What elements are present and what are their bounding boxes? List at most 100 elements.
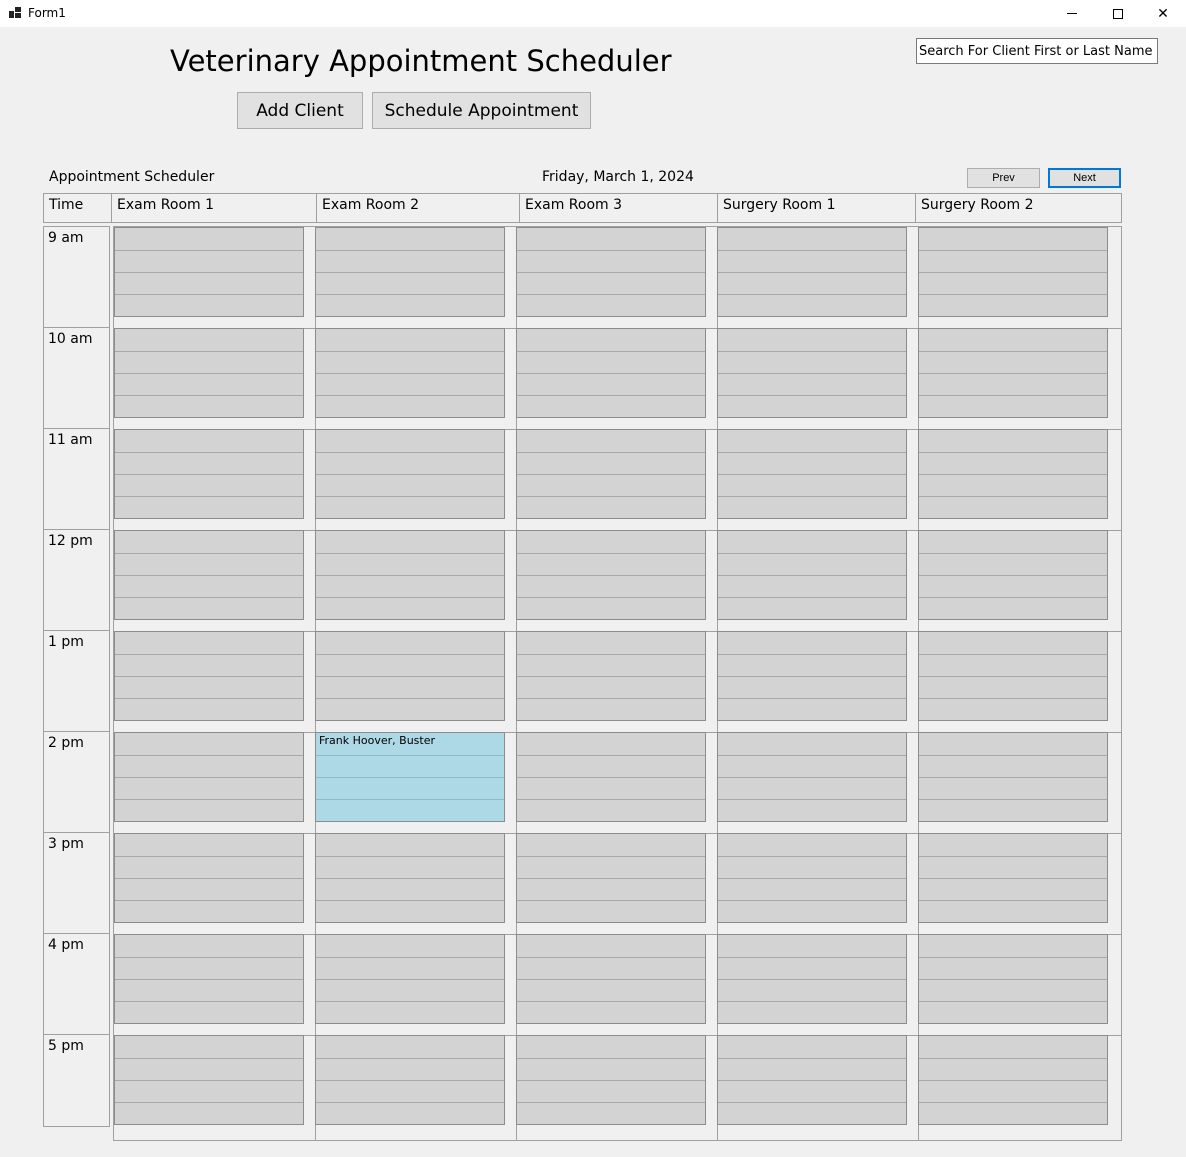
quarter-hour-divider	[919, 676, 1107, 677]
quarter-hour-divider	[115, 777, 303, 778]
room-header: Surgery Room 2	[921, 197, 1034, 213]
appointment-slot[interactable]	[114, 530, 304, 620]
quarter-hour-divider	[718, 553, 906, 554]
quarter-hour-divider	[517, 900, 705, 901]
appointment-slot[interactable]	[516, 227, 706, 317]
maximize-button[interactable]	[1095, 0, 1141, 27]
appointment-slot[interactable]	[114, 833, 304, 923]
appointment-slot[interactable]	[315, 631, 505, 721]
appointment-slot[interactable]	[717, 934, 907, 1024]
appointment-slot[interactable]	[918, 328, 1108, 418]
appointment-slot[interactable]	[717, 1035, 907, 1125]
appointment-slot[interactable]	[315, 227, 505, 317]
quarter-hour-divider	[517, 373, 705, 374]
appointment-slot[interactable]	[516, 429, 706, 519]
appointment-slot[interactable]	[114, 732, 304, 822]
appointment-slot[interactable]	[918, 227, 1108, 317]
quarter-hour-divider	[919, 575, 1107, 576]
next-day-button[interactable]: Next	[1048, 168, 1121, 188]
quarter-hour-divider	[718, 373, 906, 374]
appointment-slot[interactable]	[516, 328, 706, 418]
appointment-slot[interactable]	[516, 934, 706, 1024]
appointment-slot[interactable]	[918, 631, 1108, 721]
quarter-hour-divider	[718, 1080, 906, 1081]
quarter-hour-divider	[919, 755, 1107, 756]
appointment-slot[interactable]	[516, 530, 706, 620]
quarter-hour-divider	[316, 597, 504, 598]
quarter-hour-divider	[316, 1102, 504, 1103]
quarter-hour-divider	[316, 395, 504, 396]
appointment-slot[interactable]	[717, 328, 907, 418]
quarter-hour-divider	[718, 351, 906, 352]
add-client-button[interactable]: Add Client	[237, 92, 363, 129]
quarter-hour-divider	[517, 351, 705, 352]
time-slot-label: 2 pm	[44, 732, 109, 833]
appointment-slot[interactable]	[918, 1035, 1108, 1125]
appointment-slot[interactable]	[918, 732, 1108, 822]
quarter-hour-divider	[316, 1080, 504, 1081]
appointment-slot[interactable]	[717, 530, 907, 620]
appointment-slot[interactable]	[516, 1035, 706, 1125]
app-icon	[9, 7, 21, 18]
close-button[interactable]: ✕	[1140, 0, 1186, 27]
quarter-hour-divider	[316, 1001, 504, 1002]
quarter-hour-divider	[316, 452, 504, 453]
quarter-hour-divider	[718, 900, 906, 901]
appointment-slot[interactable]	[315, 934, 505, 1024]
appointment-slot[interactable]	[315, 530, 505, 620]
appointment-slot[interactable]	[114, 227, 304, 317]
appointment-slot[interactable]	[315, 328, 505, 418]
appointment-slot[interactable]	[315, 833, 505, 923]
quarter-hour-divider	[115, 676, 303, 677]
appointment-slot[interactable]	[114, 1035, 304, 1125]
quarter-hour-divider	[316, 250, 504, 251]
schedule-appointment-button[interactable]: Schedule Appointment	[372, 92, 591, 129]
quarter-hour-divider	[115, 1001, 303, 1002]
quarter-hour-divider	[517, 553, 705, 554]
quarter-hour-divider	[115, 799, 303, 800]
appointment-slot[interactable]	[717, 227, 907, 317]
time-slot-label: 9 am	[44, 227, 109, 328]
minimize-icon	[1067, 13, 1077, 14]
appointment-slot[interactable]	[315, 429, 505, 519]
quarter-hour-divider	[517, 957, 705, 958]
appointment-slot[interactable]	[516, 833, 706, 923]
quarter-hour-divider	[517, 597, 705, 598]
quarter-hour-divider	[718, 878, 906, 879]
quarter-hour-divider	[517, 654, 705, 655]
quarter-hour-divider	[517, 799, 705, 800]
appointment-slot[interactable]	[717, 631, 907, 721]
appointment-slot[interactable]	[717, 732, 907, 822]
quarter-hour-divider	[517, 1058, 705, 1059]
minimize-button[interactable]	[1049, 0, 1095, 27]
quarter-hour-divider	[517, 452, 705, 453]
quarter-hour-divider	[517, 575, 705, 576]
client-search-input[interactable]	[916, 38, 1158, 64]
appointment-slot[interactable]	[516, 732, 706, 822]
appointment-slot[interactable]	[114, 631, 304, 721]
appointment-slot[interactable]	[717, 833, 907, 923]
quarter-hour-divider	[718, 799, 906, 800]
appointment-slot[interactable]	[918, 530, 1108, 620]
quarter-hour-divider	[316, 878, 504, 879]
appointment-slot[interactable]	[918, 934, 1108, 1024]
quarter-hour-divider	[517, 496, 705, 497]
quarter-hour-divider	[316, 1058, 504, 1059]
appointment-slot[interactable]	[516, 631, 706, 721]
booked-appointment-slot[interactable]: Frank Hoover, Buster	[315, 732, 505, 822]
quarter-hour-divider	[316, 900, 504, 901]
appointment-slot[interactable]	[114, 934, 304, 1024]
quarter-hour-divider	[718, 777, 906, 778]
appointment-slot[interactable]	[114, 429, 304, 519]
current-date: Friday, March 1, 2024	[542, 169, 694, 185]
prev-day-button[interactable]: Prev	[967, 168, 1040, 188]
appointment-slot[interactable]	[717, 429, 907, 519]
time-slot-label: 12 pm	[44, 530, 109, 631]
appointment-slot[interactable]	[114, 328, 304, 418]
appointment-slot[interactable]	[315, 1035, 505, 1125]
appointment-slot[interactable]	[918, 429, 1108, 519]
quarter-hour-divider	[115, 452, 303, 453]
quarter-hour-divider	[316, 755, 504, 756]
quarter-hour-divider	[115, 575, 303, 576]
appointment-slot[interactable]	[918, 833, 1108, 923]
